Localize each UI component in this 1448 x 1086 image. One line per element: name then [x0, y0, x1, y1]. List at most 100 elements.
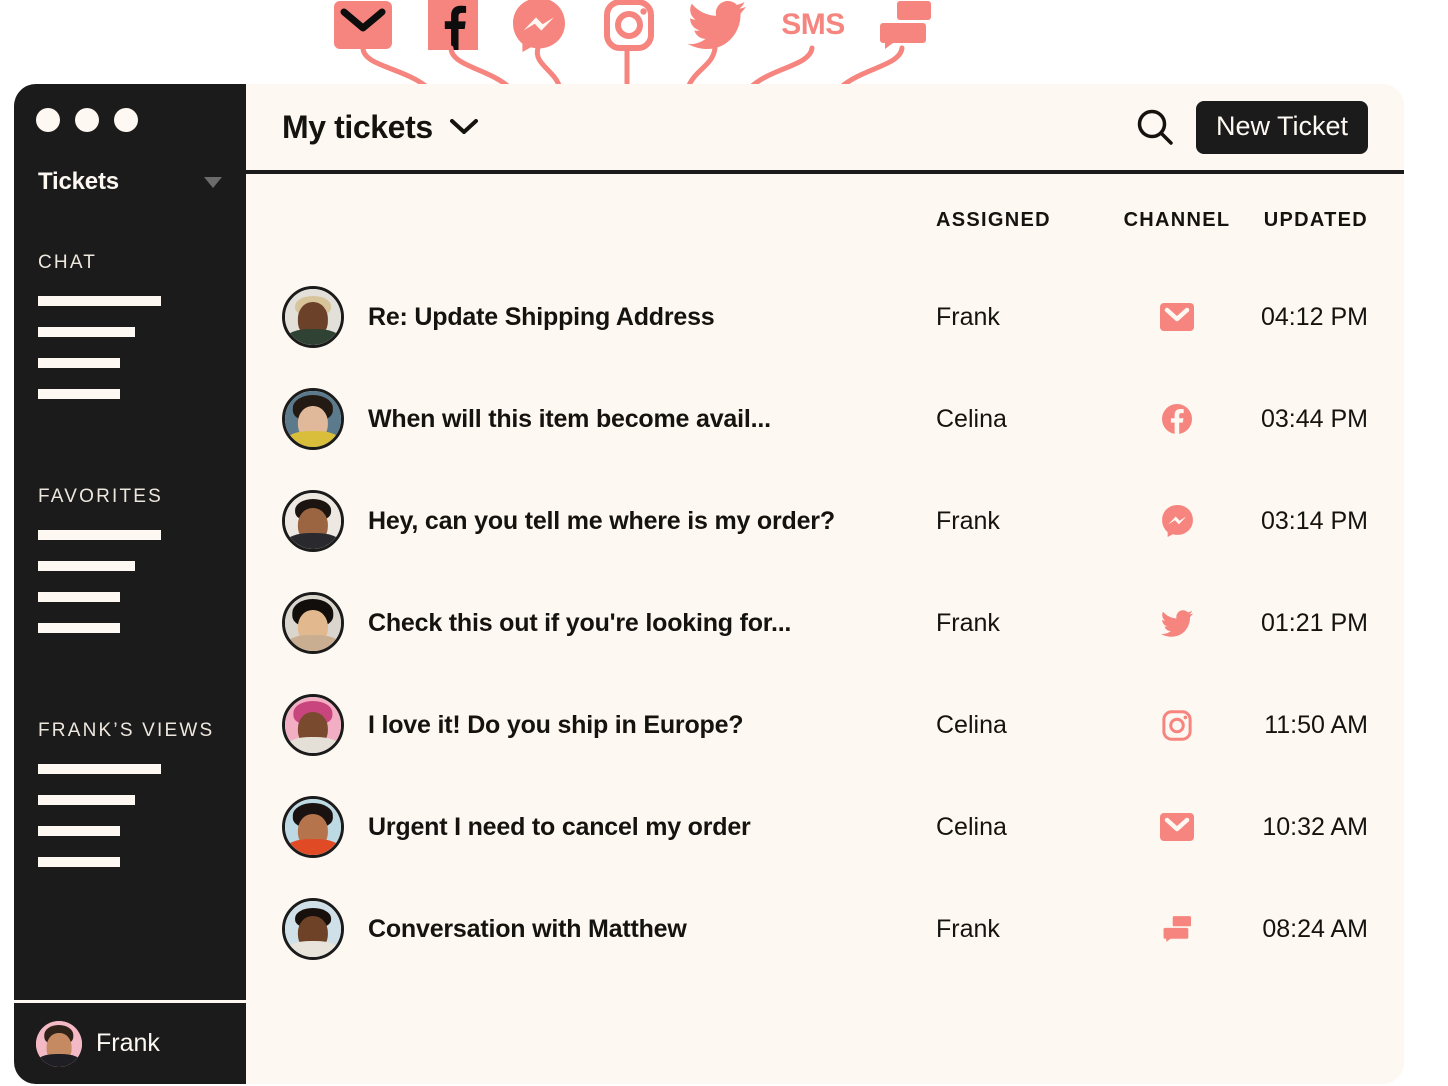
ticket-subject: Hey, can you tell me where is my order? — [368, 506, 835, 535]
sidebar-section-heading: FRANK’S VIEWS — [38, 720, 215, 741]
ticket-subject: Conversation with Matthew — [368, 914, 687, 943]
sidebar: Tickets CHAT FAVORITES FRANK’S VIEWS Fra… — [14, 84, 246, 1084]
ticket-channel — [1114, 916, 1240, 942]
avatar — [282, 898, 344, 960]
ticket-updated: 08:24 AM — [1262, 914, 1368, 943]
ticket-updated: 04:12 PM — [1260, 302, 1368, 331]
sidebar-item-placeholder[interactable] — [38, 592, 120, 602]
sidebar-item-placeholder[interactable] — [38, 530, 161, 540]
twitter-icon — [686, 0, 748, 50]
instagram-icon — [598, 0, 660, 51]
avatar — [282, 694, 344, 756]
ticket-channel — [1114, 609, 1240, 637]
ticket-updated: 03:44 PM — [1260, 404, 1368, 433]
instagram-icon — [1162, 709, 1192, 741]
table-row[interactable]: Urgent I need to cancel my order Celina … — [282, 776, 1368, 878]
table-row[interactable]: Re: Update Shipping Address Frank 04:12 … — [282, 266, 1368, 368]
table-row[interactable]: When will this item become avail... Celi… — [282, 368, 1368, 470]
ticket-channel — [1114, 813, 1240, 841]
sidebar-item-placeholder[interactable] — [38, 764, 161, 774]
search-icon — [1137, 109, 1173, 145]
avatar — [282, 286, 344, 348]
avatar — [282, 796, 344, 858]
table-row[interactable]: Check this out if you're looking for... … — [282, 572, 1368, 674]
messenger-icon — [1161, 505, 1193, 537]
tickets-table: ASSIGNED CHANNEL UPDATED Re: Update Ship… — [246, 174, 1404, 980]
avatar — [36, 1020, 82, 1067]
table-row[interactable]: I love it! Do you ship in Europe? Celina… — [282, 674, 1368, 776]
sms-icon-label: SMS — [781, 8, 845, 41]
sms-icon: SMS — [780, 0, 846, 50]
sidebar-item-placeholder[interactable] — [38, 327, 135, 337]
sidebar-item-placeholder[interactable] — [38, 358, 120, 368]
chat-icon — [874, 0, 936, 50]
ticket-assignee: Frank — [936, 608, 1000, 637]
email-icon — [1160, 813, 1194, 841]
chat-icon — [1163, 916, 1191, 942]
sidebar-title: Tickets — [38, 168, 119, 195]
screenshot-root: SMS Tickets CHAT FAVORITES FRANK’S VIEWS… — [0, 0, 1448, 1086]
app-window: Tickets CHAT FAVORITES FRANK’S VIEWS Fra… — [14, 84, 1404, 1084]
ticket-assignee: Frank — [936, 914, 1000, 943]
ticket-assignee: Celina — [936, 404, 1007, 433]
column-header-assigned: ASSIGNED — [936, 208, 1051, 231]
ticket-subject: Urgent I need to cancel my order — [368, 812, 751, 841]
avatar — [282, 388, 344, 450]
ticket-assignee: Celina — [936, 812, 1007, 841]
main-topbar: My tickets New Ticket — [246, 84, 1404, 174]
sidebar-user-profile[interactable]: Frank — [14, 1000, 246, 1084]
search-button[interactable] — [1132, 104, 1178, 150]
sidebar-item-placeholder[interactable] — [38, 857, 120, 867]
sidebar-section-heading: FAVORITES — [38, 486, 164, 507]
close-window-button[interactable] — [36, 108, 60, 132]
sidebar-item-placeholder[interactable] — [38, 623, 120, 633]
ticket-subject: Check this out if you're looking for... — [368, 608, 792, 637]
chevron-down-icon[interactable] — [449, 118, 479, 136]
sidebar-item-placeholder[interactable] — [38, 826, 120, 836]
new-ticket-button[interactable]: New Ticket — [1195, 100, 1368, 154]
facebook-icon — [422, 0, 484, 50]
sidebar-section-chat: CHAT — [14, 252, 246, 420]
table-row[interactable]: Hey, can you tell me where is my order? … — [282, 470, 1368, 572]
page-title: My tickets — [282, 108, 433, 145]
ticket-channel — [1114, 404, 1240, 434]
column-header-updated: UPDATED — [1263, 208, 1368, 231]
ticket-subject: When will this item become avail... — [368, 404, 771, 433]
email-icon — [332, 0, 394, 50]
ticket-assignee: Frank — [936, 506, 1000, 535]
messenger-icon — [508, 0, 570, 52]
ticket-updated: 11:50 AM — [1264, 710, 1368, 739]
sidebar-username: Frank — [96, 1029, 160, 1057]
sidebar-view-selector[interactable]: Tickets — [14, 132, 246, 196]
ticket-channel — [1114, 303, 1240, 331]
ticket-updated: 03:14 PM — [1260, 506, 1368, 535]
ticket-assignee: Celina — [936, 710, 1007, 739]
main-panel: My tickets New Ticket ASSIGNED CHANNEL U… — [246, 84, 1404, 1084]
sidebar-item-placeholder[interactable] — [38, 389, 120, 399]
facebook-icon — [1162, 404, 1192, 434]
maximize-window-button[interactable] — [114, 108, 138, 132]
column-header-channel: CHANNEL — [1123, 208, 1231, 231]
twitter-icon — [1161, 609, 1193, 637]
sidebar-section-heading: CHAT — [38, 252, 98, 273]
caret-down-icon — [204, 176, 222, 188]
table-header-row: ASSIGNED CHANNEL UPDATED — [282, 174, 1368, 266]
ticket-subject: I love it! Do you ship in Europe? — [368, 710, 744, 739]
window-traffic-lights — [14, 84, 246, 132]
table-row[interactable]: Conversation with Matthew Frank 08:24 AM — [282, 878, 1368, 980]
minimize-window-button[interactable] — [75, 108, 99, 132]
ticket-channel — [1114, 709, 1240, 741]
email-icon — [1160, 303, 1194, 331]
sidebar-section-favorites: FAVORITES — [14, 486, 246, 654]
sidebar-item-placeholder[interactable] — [38, 795, 135, 805]
sidebar-section-franks-views: FRANK’S VIEWS — [14, 720, 246, 888]
sidebar-item-placeholder[interactable] — [38, 561, 135, 571]
ticket-subject: Re: Update Shipping Address — [368, 302, 715, 331]
sidebar-item-placeholder[interactable] — [38, 296, 161, 306]
ticket-assignee: Frank — [936, 302, 1000, 331]
channel-icon-strip: SMS — [0, 0, 1448, 92]
avatar — [282, 490, 344, 552]
ticket-channel — [1114, 505, 1240, 537]
ticket-updated: 01:21 PM — [1260, 608, 1368, 637]
ticket-updated: 10:32 AM — [1262, 812, 1368, 841]
